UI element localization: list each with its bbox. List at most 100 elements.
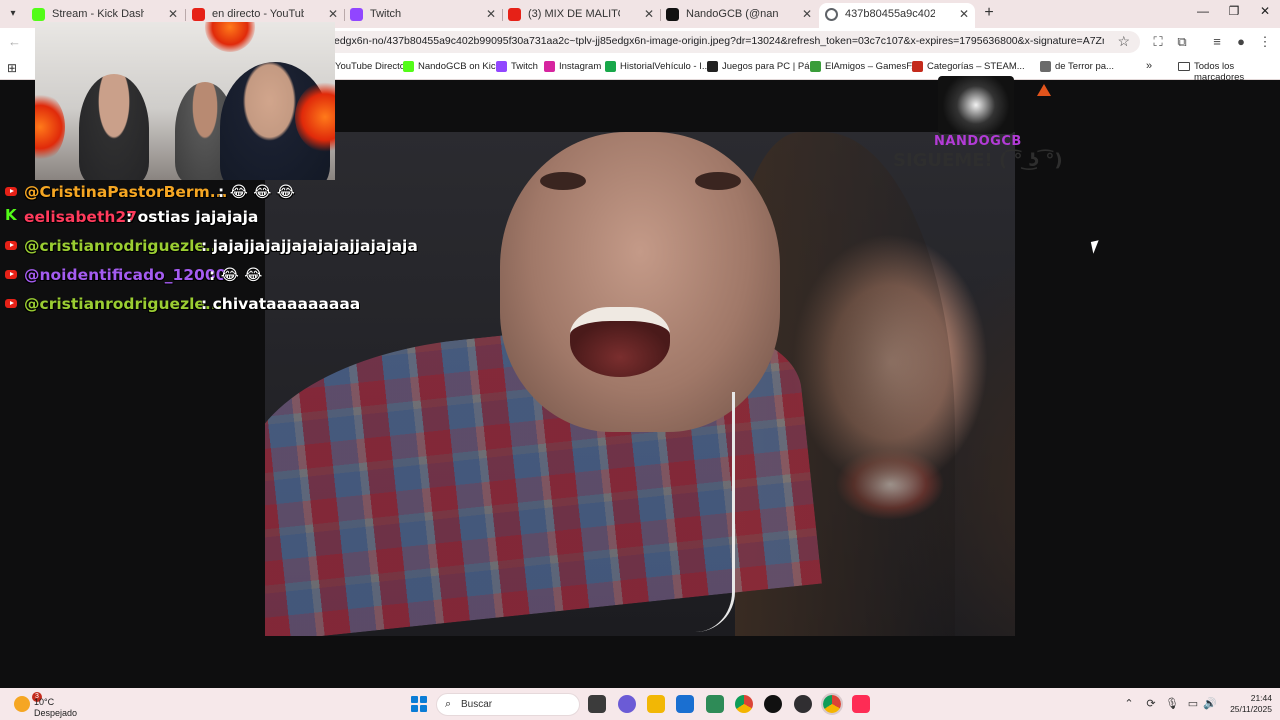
weather-widget[interactable]: 3 10°C Despejado [12,692,92,718]
fire-effect [205,22,255,52]
bookmark-label: Instagram [559,61,602,72]
warning-triangle-icon [1037,84,1051,96]
display-icon[interactable]: ▭ [1186,697,1200,710]
chat-message: @CristinaPastorBerm... : 😂 😂 😂 [0,180,430,206]
xbox-app-icon[interactable] [706,695,724,713]
microphone-icon[interactable]: 🎙 [1165,697,1179,710]
chat-text: : 😂 😂 😂 [218,183,295,201]
site-icon [1040,61,1051,72]
bookmark-terror[interactable]: de Terror pa... [1040,61,1114,72]
chat-username: @CristinaPastorBerm... [24,183,228,201]
webcam-overlay [35,22,335,180]
bookmark-instagram[interactable]: Instagram [544,61,601,72]
close-tab-icon[interactable]: ✕ [486,3,496,25]
bookmark-steam-categorias[interactable]: Categorías – STEAM... [912,61,1025,72]
chat-text: : chivataaaaaaaaa [201,295,361,313]
minimize-button[interactable]: — [1188,4,1218,18]
tab-title: (3) MIX DE MALITOS #79 - YouT [528,8,620,20]
copilot-icon[interactable] [618,695,636,713]
streamer-name: NANDOGCB [934,134,1022,149]
h-logo-icon [605,61,616,72]
system-clock[interactable]: 21:44 25/11/2025 [1222,693,1272,715]
profile-avatar-icon[interactable]: ● [1233,34,1249,49]
image-left-eye-shape [540,172,586,190]
bookmark-label: NandoGCB on Kick [418,61,501,72]
close-tab-icon[interactable]: ✕ [802,3,812,25]
bookmark-star-icon[interactable]: ☆ [1117,33,1130,50]
bookmark-label: Juegos para PC | Pá... [722,61,818,72]
chat-username: @cristianrodriguezle... [24,295,223,313]
tab-tiktok[interactable]: NandoGCB (@nandogcb) | TikT ✕ [660,3,818,27]
url-text[interactable]: edgx6n-no/437b80455a9c402b99095f30a731aa… [334,35,1104,47]
apps-grid-icon[interactable]: ⊞ [7,61,17,75]
windows-start-icon[interactable] [411,696,427,712]
bookmark-elamigos[interactable]: ElAmigos – GamesF... [810,61,919,72]
image-right-eye-shape [695,172,741,190]
gamepad-icon [810,61,821,72]
bookmark-label: ElAmigos – GamesF... [825,61,919,72]
bookmark-juegos-pc[interactable]: Juegos para PC | Pá... [707,61,817,72]
tab-youtube-mix[interactable]: (3) MIX DE MALITOS #79 - YouT ✕ [502,3,660,27]
weather-sun-icon [14,696,30,712]
menu-kebab-icon[interactable]: ⋮ [1257,34,1273,50]
clock-date: 25/11/2025 [1230,704,1272,714]
chat-text: : ostias jajajaja [126,208,259,226]
close-tab-icon[interactable]: ✕ [959,3,969,25]
task-view-icon[interactable] [588,695,606,713]
tiktok-icon[interactable] [764,695,782,713]
clock-time: 21:44 [1250,693,1272,703]
back-arrow-icon[interactable]: ← [8,34,21,49]
twitch-icon [496,61,507,72]
youtube-icon [508,8,521,21]
media-controls-icon[interactable]: ≡ [1209,34,1225,49]
network-sync-icon[interactable]: ⟳ [1144,697,1158,710]
folder-icon [1178,62,1190,71]
chat-message: K eelisabeth27 : ostias jajajaja [0,205,430,231]
webcam-person-left [79,74,149,180]
chrome-active-icon[interactable] [821,693,843,715]
site-icon [912,61,923,72]
bookmark-label: de Terror pa... [1055,61,1114,72]
screenshot-icon[interactable]: ⛶ [1150,34,1166,50]
chat-username: eelisabeth27 [24,208,137,226]
chat-text: : 😂 😂 [209,266,263,284]
maximize-button[interactable]: ❐ [1219,4,1249,18]
bookmarks-overflow-chevron-icon[interactable]: » [1146,60,1152,72]
tab-search-icon[interactable]: ▾ [4,5,22,23]
tab-image-active[interactable]: 437b80455a9c402b99095f30a7 ✕ [819,3,975,28]
twitch-icon [350,8,363,21]
bookmark-historial-vehiculo[interactable]: HistorialVehículo - I... [605,61,710,72]
obs-studio-icon[interactable] [794,695,812,713]
bookmark-label: Categorías – STEAM... [927,61,1025,72]
tiktok-live-icon[interactable] [852,695,870,713]
volume-icon[interactable]: 🔊 [1203,697,1217,710]
chrome-icon[interactable] [735,695,753,713]
weather-condition: Despejado [34,708,78,718]
close-tab-icon[interactable]: ✕ [644,3,654,25]
screen: ▾ Stream - Kick Dashboard ✕ en directo -… [0,0,1280,720]
kick-icon [403,61,414,72]
close-window-button[interactable]: ✕ [1250,4,1280,18]
tab-title: 437b80455a9c402b99095f30a7 [845,8,935,20]
chat-text: : jajajjajajjajajajajjajajaja [201,237,418,255]
new-tab-button[interactable]: + [980,4,998,22]
bookmark-twitch[interactable]: Twitch [496,61,538,72]
image-mouth-shape [570,307,670,377]
chat-message: @cristianrodriguezle... : chivataaaaaaaa… [0,292,430,318]
bookmark-label: Twitch [511,61,538,72]
instagram-icon [544,61,555,72]
search-placeholder: Buscar [461,699,493,710]
taskbar-search-box[interactable]: ⌕ Buscar [436,693,580,716]
tab-title: Twitch [370,8,402,20]
tab-twitch[interactable]: Twitch ✕ [344,3,502,27]
address-bar[interactable]: edgx6n-no/437b80455a9c402b99095f30a731aa… [300,31,1140,53]
bookmark-kick[interactable]: NandoGCB on Kick [403,61,500,72]
file-explorer-icon[interactable] [647,695,665,713]
kick-icon: K [5,206,17,224]
youtube-icon [5,270,17,279]
extensions-icon[interactable]: ⧉ [1174,34,1190,50]
kick-icon [32,8,45,21]
tray-overflow-chevron-icon[interactable]: ⌃ [1122,697,1136,710]
microsoft-store-icon[interactable] [676,695,694,713]
windows-taskbar: 3 10°C Despejado ⌕ Buscar ⌃ ⟳ 🎙 ▭ 🔊 21:4… [0,688,1280,720]
